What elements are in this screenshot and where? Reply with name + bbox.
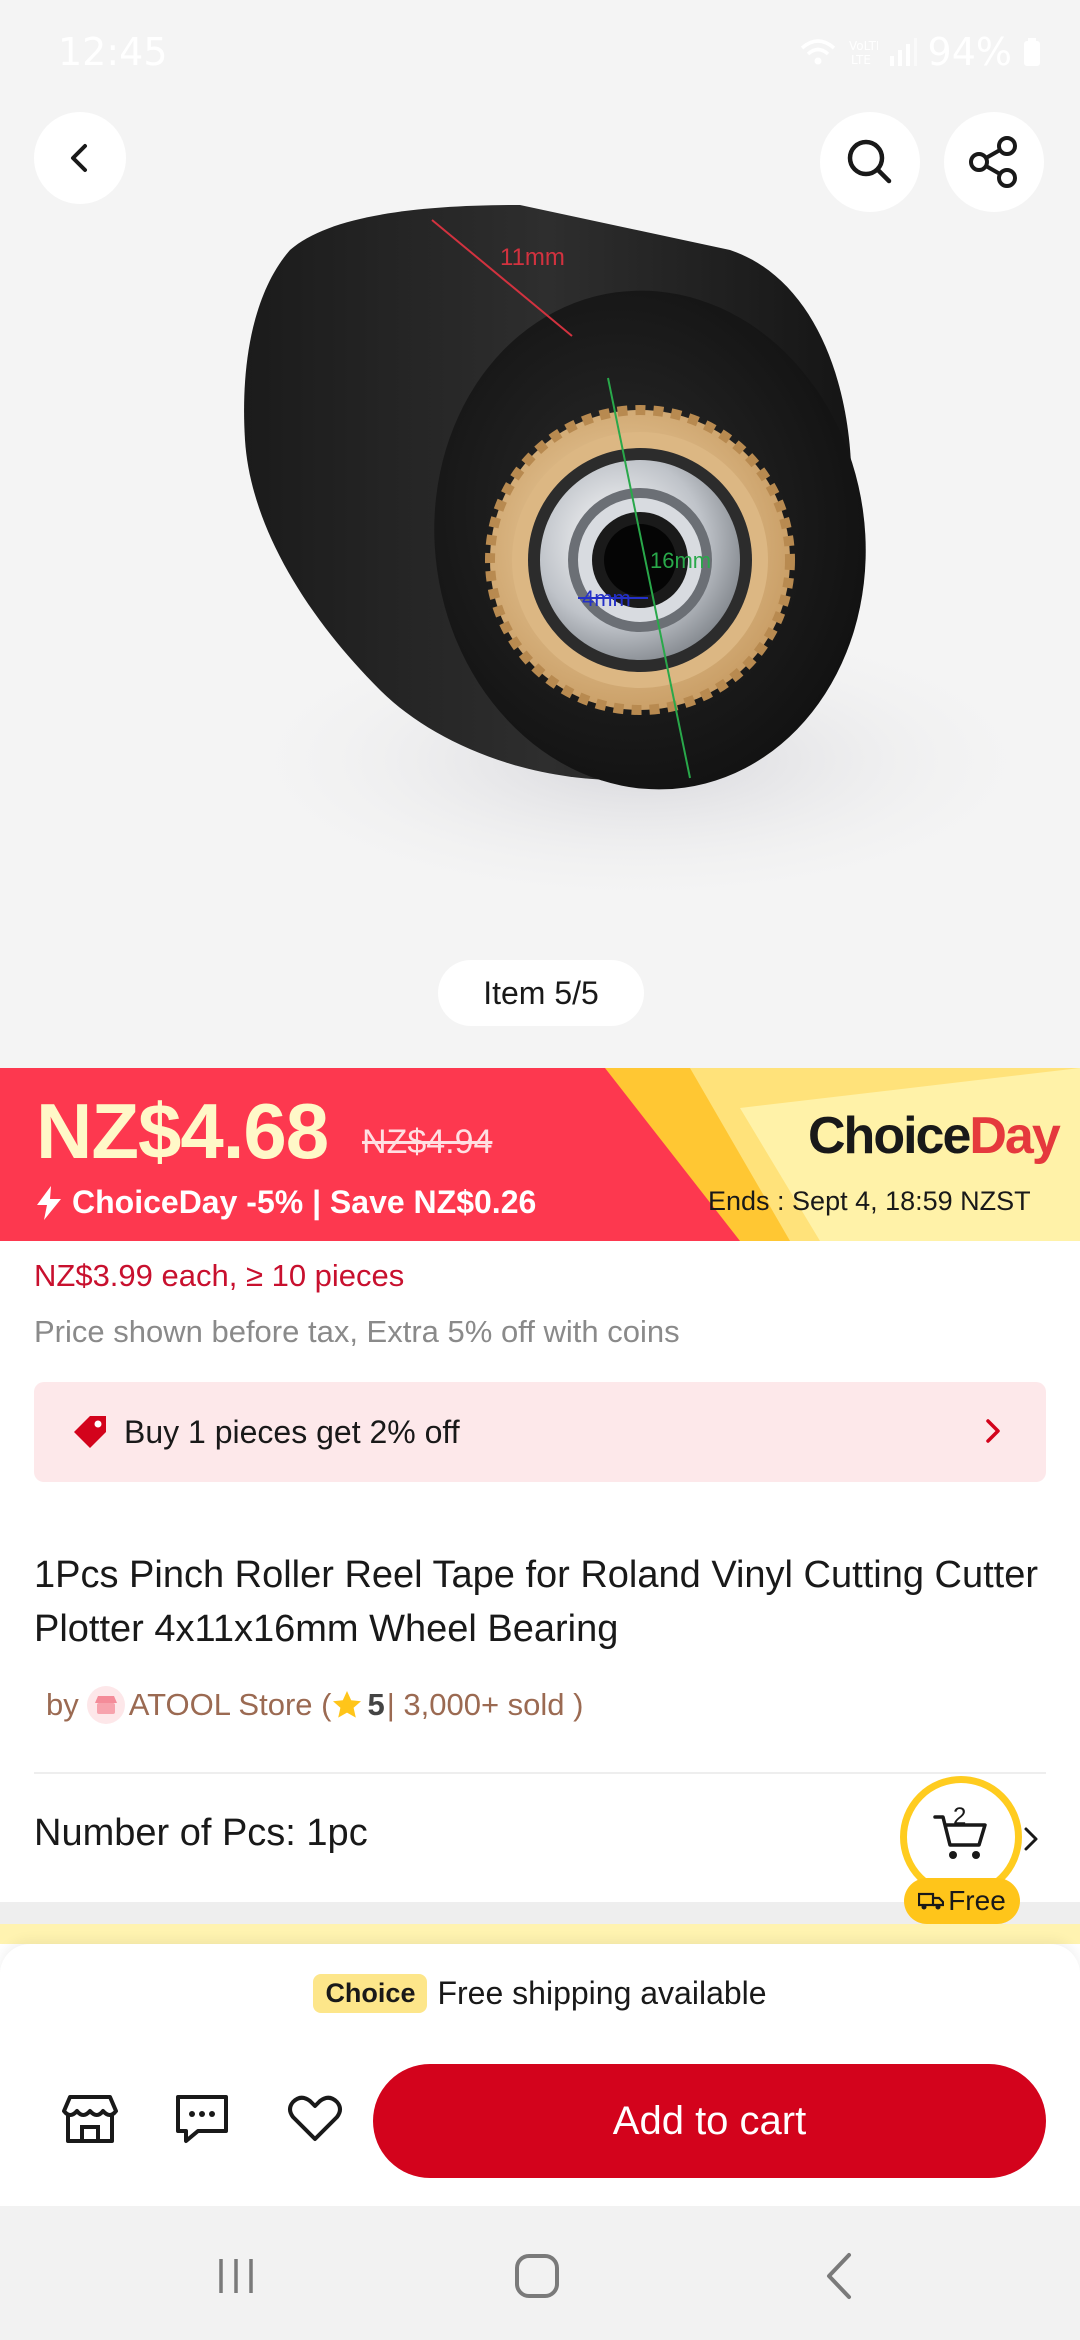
status-time: 12:45	[58, 30, 168, 74]
system-nav-bar	[0, 2206, 1080, 2340]
choiceday-discount-text: ChoiceDay -5% | Save NZ$0.26	[72, 1184, 537, 1220]
recent-apps-icon	[219, 2259, 253, 2293]
variant-selector[interactable]: Number of Pcs: 1pc	[34, 1812, 368, 1855]
chat-icon	[176, 2095, 228, 2143]
image-counter: Item 5/5	[438, 960, 644, 1026]
free-shipping-pill: Free	[904, 1878, 1020, 1924]
chevron-right-icon	[986, 1419, 1000, 1443]
heart-icon	[288, 2095, 342, 2141]
sale-ends-text: Ends : Sept 4, 18:59 NZST	[708, 1186, 1031, 1216]
choice-strip	[0, 1924, 1080, 1944]
promo-text: Buy 1 pieces get 2% off	[124, 1414, 460, 1450]
price-banner: NZ$4.68 NZ$4.94 ChoiceDay -5% | Save NZ$…	[0, 1068, 1080, 1241]
search-button[interactable]	[820, 112, 920, 212]
volte-icon: VoLTELTE	[849, 39, 878, 67]
shipping-info: Choice Free shipping available	[0, 1974, 1080, 2013]
choiceday-logo: ChoiceDay	[808, 1107, 1061, 1165]
share-icon	[969, 136, 1017, 188]
signal-icon	[889, 38, 917, 66]
dimension-label-width: 11mm	[500, 244, 565, 271]
star-icon	[333, 1691, 362, 1718]
truck-icon	[918, 1892, 945, 1910]
shipping-text: Free shipping available	[437, 1975, 767, 2011]
share-button[interactable]	[944, 112, 1044, 212]
back-nav-button[interactable]	[810, 2246, 870, 2306]
wishlist-button[interactable]	[280, 2084, 350, 2154]
promo-banner[interactable]: Buy 1 pieces get 2% off	[34, 1382, 1046, 1482]
store-rating: 5	[367, 1687, 385, 1722]
add-to-cart-button[interactable]: Add to cart	[373, 2064, 1046, 2178]
battery-icon	[1024, 38, 1040, 66]
current-price: NZ$4.68	[36, 1087, 329, 1175]
bulk-price: NZ$3.99 each, ≥ 10 pieces	[34, 1258, 405, 1293]
dimension-label-outer: 16mm	[650, 548, 711, 573]
product-title: 1Pcs Pinch Roller Reel Tape for Roland V…	[34, 1554, 1038, 1650]
bottom-action-bar: Choice Free shipping available Add to ca…	[0, 1944, 1080, 2206]
chat-button[interactable]	[167, 2084, 237, 2154]
choice-badge: Choice	[313, 1974, 428, 2013]
back-button[interactable]	[34, 112, 126, 204]
divider	[34, 1772, 1046, 1774]
svg-text:LTE: LTE	[851, 53, 871, 67]
store-icon	[62, 2095, 118, 2143]
original-price: NZ$4.94	[362, 1123, 493, 1161]
choiceday-discount: ChoiceDay -5% | Save NZ$0.26	[34, 1184, 536, 1221]
wifi-icon	[800, 39, 835, 65]
cart-count: 2	[953, 1803, 967, 1830]
search-icon	[847, 139, 892, 184]
chevron-right-icon[interactable]	[1020, 1824, 1044, 1854]
status-bar: 12:45 VoLTELTE 94%	[0, 0, 1080, 100]
chevron-left-icon	[71, 144, 87, 172]
svg-text:VoLTE: VoLTE	[849, 39, 878, 53]
product-image-gallery[interactable]: 11mm 16mm 4mm Item 5/5	[0, 0, 1080, 1068]
store-by-label: by	[46, 1687, 79, 1722]
store-sold: | 3,000+ sold )	[386, 1687, 584, 1722]
store-name[interactable]: ATOOL Store (	[129, 1687, 332, 1723]
store-button[interactable]	[55, 2084, 125, 2154]
free-label: Free	[948, 1885, 1006, 1916]
home-button[interactable]	[507, 2246, 567, 2306]
lightning-icon	[37, 1185, 61, 1220]
price-tag-icon	[74, 1416, 106, 1448]
home-icon	[515, 2254, 559, 2298]
store-info[interactable]: by ATOOL Store ( 5 | 3,000+ sold )	[46, 1686, 583, 1724]
tax-note: Price shown before tax, Extra 5% off wit…	[34, 1314, 680, 1349]
store-icon	[86, 1686, 125, 1724]
back-icon	[827, 2253, 851, 2299]
recent-apps-button[interactable]	[206, 2246, 266, 2306]
battery-percent: 94%	[927, 30, 1012, 74]
dimension-label-bore: 4mm	[582, 586, 631, 611]
